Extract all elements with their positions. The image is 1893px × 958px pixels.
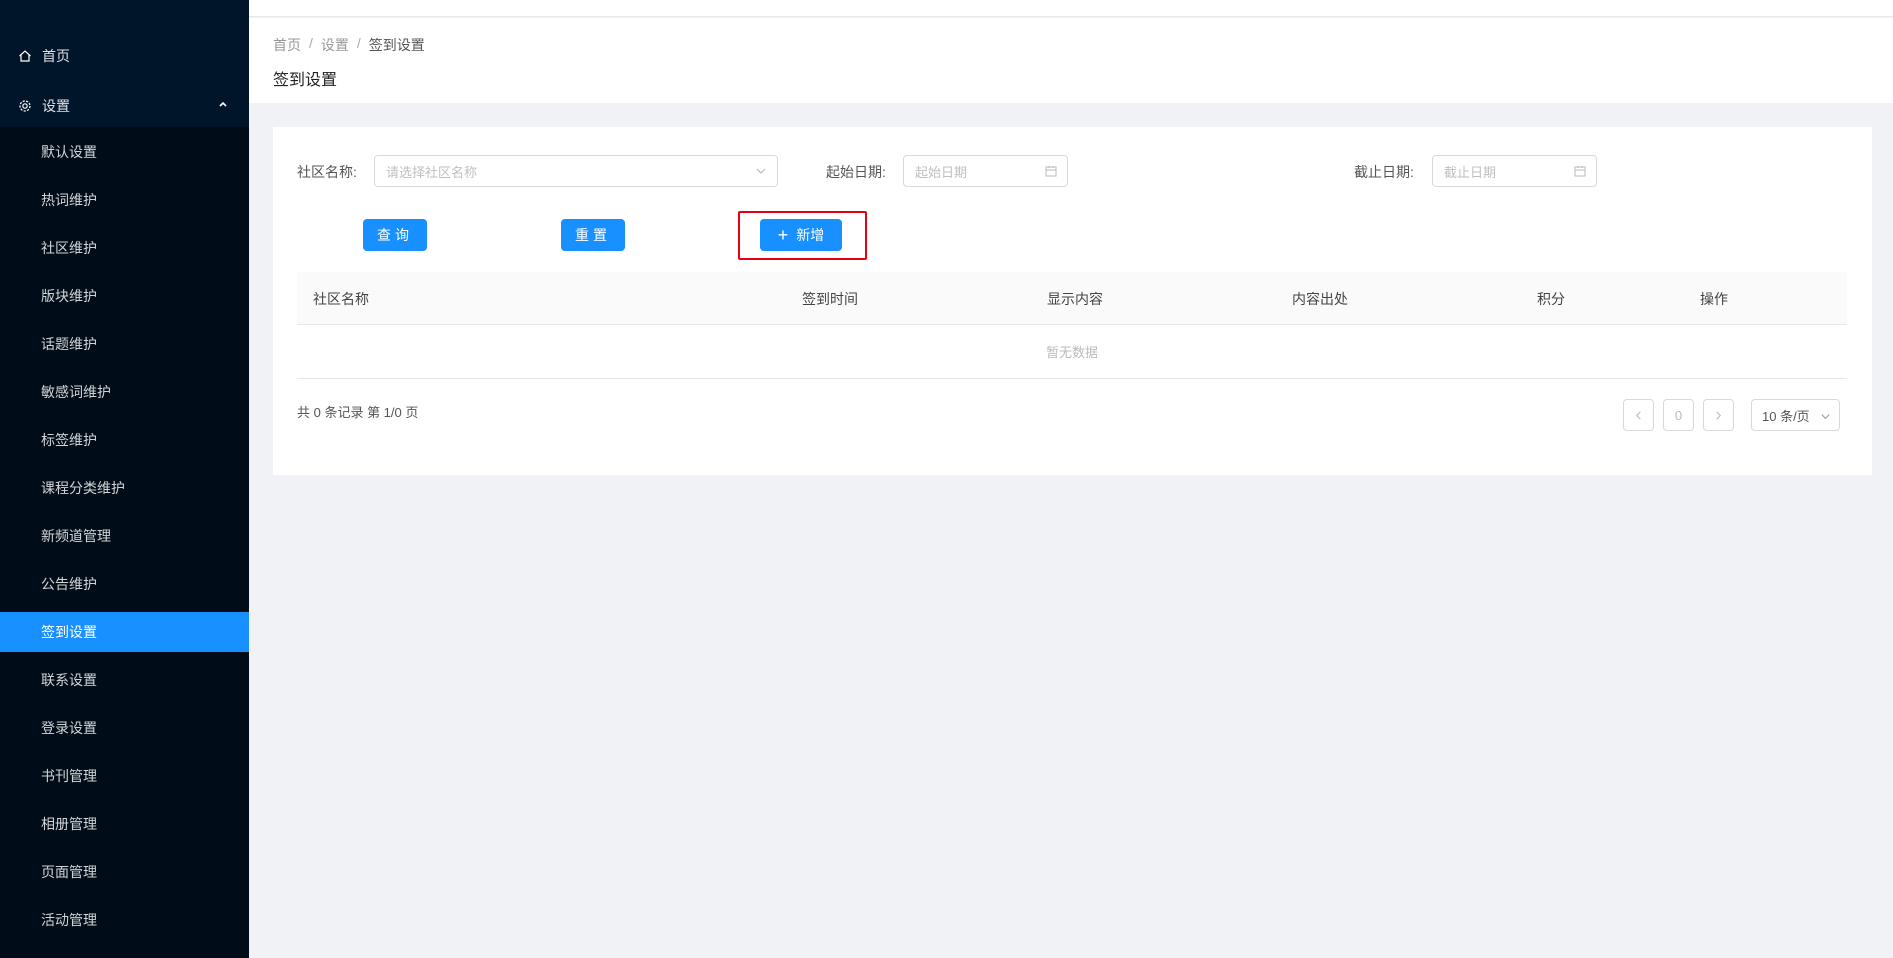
sidebar-item-label: 联系设置 [41, 672, 97, 688]
query-button[interactable]: 查询 [363, 219, 427, 251]
sidebar-item-settings[interactable]: 设置 [0, 84, 249, 127]
sidebar-item-home[interactable]: 首页 [0, 36, 249, 76]
calendar-icon [1045, 165, 1057, 177]
breadcrumb-separator: / [309, 35, 313, 51]
sidebar-item-tags[interactable]: 标签维护 [0, 420, 249, 460]
end-date-label: 截止日期: [1354, 164, 1414, 180]
sidebar-item-label: 登录设置 [41, 720, 97, 736]
sidebar-item-pages[interactable]: 页面管理 [0, 852, 249, 892]
page-header: 首页 / 设置 / 签到设置 签到设置 [249, 18, 1893, 103]
sidebar-item-topic[interactable]: 话题维护 [0, 324, 249, 364]
sidebar-item-label: 标签维护 [41, 432, 97, 448]
highlight-box [738, 211, 867, 260]
end-date-picker[interactable]: 截止日期 [1432, 155, 1597, 187]
page-size-select[interactable]: 10 条/页 [1751, 399, 1840, 431]
sidebar-item-label: 默认设置 [41, 144, 97, 160]
sidebar-item-activities[interactable]: 活动管理 [0, 900, 249, 940]
sidebar-item-label: 版块维护 [41, 288, 97, 304]
sidebar: 首页 设置 默认设置 热词维护 社区维护 版块维护 话题维护 敏感词维护 标签维… [0, 0, 249, 958]
sidebar-item-section[interactable]: 版块维护 [0, 276, 249, 316]
sidebar-item-community[interactable]: 社区维护 [0, 228, 249, 268]
sidebar-item-journals[interactable]: 书刊管理 [0, 756, 249, 796]
sidebar-item-label: 相册管理 [41, 816, 97, 832]
page-size-label: 10 条/页 [1762, 408, 1810, 424]
sidebar-item-label: 话题维护 [41, 336, 97, 352]
sidebar-item-default-settings[interactable]: 默认设置 [0, 132, 249, 172]
breadcrumb-settings[interactable]: 设置 [321, 35, 349, 55]
reset-button[interactable]: 重置 [561, 219, 625, 251]
sidebar-item-sensitive-words[interactable]: 敏感词维护 [0, 372, 249, 412]
home-icon [18, 49, 32, 63]
sidebar-item-label: 签到设置 [41, 624, 97, 640]
chevron-down-icon [1820, 410, 1831, 421]
column-header-display-content: 显示内容 [1047, 291, 1103, 307]
community-select[interactable]: 请选择社区名称 [374, 155, 778, 187]
breadcrumb-current: 签到设置 [368, 37, 425, 53]
next-page-button[interactable] [1703, 399, 1734, 431]
page-title: 签到设置 [273, 72, 338, 89]
end-date-placeholder: 截止日期 [1444, 164, 1497, 180]
calendar-icon [1574, 165, 1586, 177]
sidebar-item-login[interactable]: 登录设置 [0, 708, 249, 748]
sidebar-item-label: 公告维护 [41, 576, 97, 592]
table-header: 社区名称 签到时间 显示内容 内容出处 积分 操作 [297, 272, 1847, 325]
start-date-picker[interactable]: 起始日期 [903, 155, 1068, 187]
chevron-up-icon [217, 97, 229, 109]
sidebar-item-label: 书刊管理 [41, 768, 97, 784]
top-bar [249, 0, 1893, 17]
gear-icon [18, 99, 32, 113]
chevron-down-icon [755, 165, 767, 177]
breadcrumb-separator: / [356, 35, 361, 51]
pagination-summary: 共 0 条记录 第 1/0 页 [297, 405, 419, 420]
sidebar-item-label: 课程分类维护 [41, 480, 125, 496]
chevron-right-icon [1716, 410, 1722, 420]
sidebar-item-course-category[interactable]: 课程分类维护 [0, 468, 249, 508]
empty-table-row: 暂无数据 [297, 325, 1847, 379]
page-number[interactable]: 0 [1663, 399, 1694, 431]
community-label: 社区名称: [297, 164, 357, 180]
community-placeholder: 请选择社区名称 [386, 164, 478, 180]
sidebar-item-label: 活动管理 [41, 912, 97, 928]
sidebar-item-label: 页面管理 [41, 864, 97, 880]
sidebar-item-label: 敏感词维护 [41, 384, 111, 400]
column-header-community: 社区名称 [313, 291, 369, 307]
sidebar-item-albums[interactable]: 相册管理 [0, 804, 249, 844]
sidebar-item-label: 热词维护 [41, 192, 97, 208]
prev-page-button[interactable] [1623, 399, 1654, 431]
empty-text: 暂无数据 [1045, 345, 1098, 360]
sidebar-item-hotwords[interactable]: 热词维护 [0, 180, 249, 220]
column-header-checkin-time: 签到时间 [802, 291, 858, 307]
column-header-content-source: 内容出处 [1292, 291, 1348, 307]
breadcrumb-home[interactable]: 首页 [273, 35, 301, 55]
start-date-label: 起始日期: [826, 164, 886, 180]
column-header-points: 积分 [1537, 291, 1565, 307]
breadcrumb: 首页 / 设置 / 签到设置 [273, 35, 425, 55]
sidebar-item-checkin-settings[interactable]: 签到设置 [0, 612, 249, 652]
chevron-left-icon [1635, 410, 1641, 420]
sidebar-item-label: 社区维护 [41, 240, 97, 256]
sidebar-item-new-channel[interactable]: 新频道管理 [0, 516, 249, 556]
sidebar-item-label: 设置 [42, 97, 70, 114]
sidebar-item-announcement[interactable]: 公告维护 [0, 564, 249, 604]
sidebar-item-label: 新频道管理 [41, 528, 111, 544]
start-date-placeholder: 起始日期 [915, 164, 968, 180]
column-header-actions: 操作 [1700, 291, 1728, 307]
sidebar-item-label: 首页 [42, 48, 70, 64]
sidebar-item-contact[interactable]: 联系设置 [0, 660, 249, 700]
